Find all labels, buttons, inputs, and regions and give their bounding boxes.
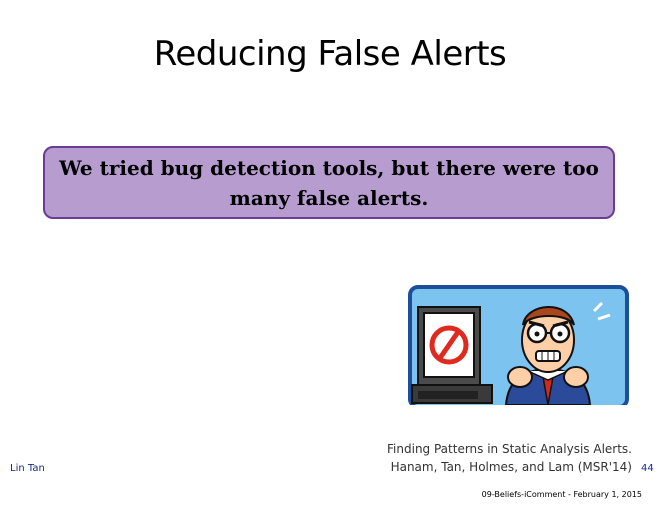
author-name: Lin Tan <box>10 463 45 474</box>
slide-title: Reducing False Alerts <box>153 34 507 74</box>
footer-text: 09-Beliefs-iComment - February 1, 2015 <box>481 490 642 499</box>
frustrated-man-at-computer-icon <box>408 285 629 409</box>
citation: Finding Patterns in Static Analysis Aler… <box>387 440 632 476</box>
monitor-icon <box>411 306 493 404</box>
citation-line-2: Hanam, Tan, Holmes, and Lam (MSR'14) <box>390 460 632 474</box>
page-number: 44 <box>641 463 654 474</box>
callout-box: We tried bug detection tools, but there … <box>43 146 615 219</box>
citation-line-1: Finding Patterns in Static Analysis Aler… <box>387 442 632 456</box>
callout-text: We tried bug detection tools, but there … <box>59 155 599 210</box>
